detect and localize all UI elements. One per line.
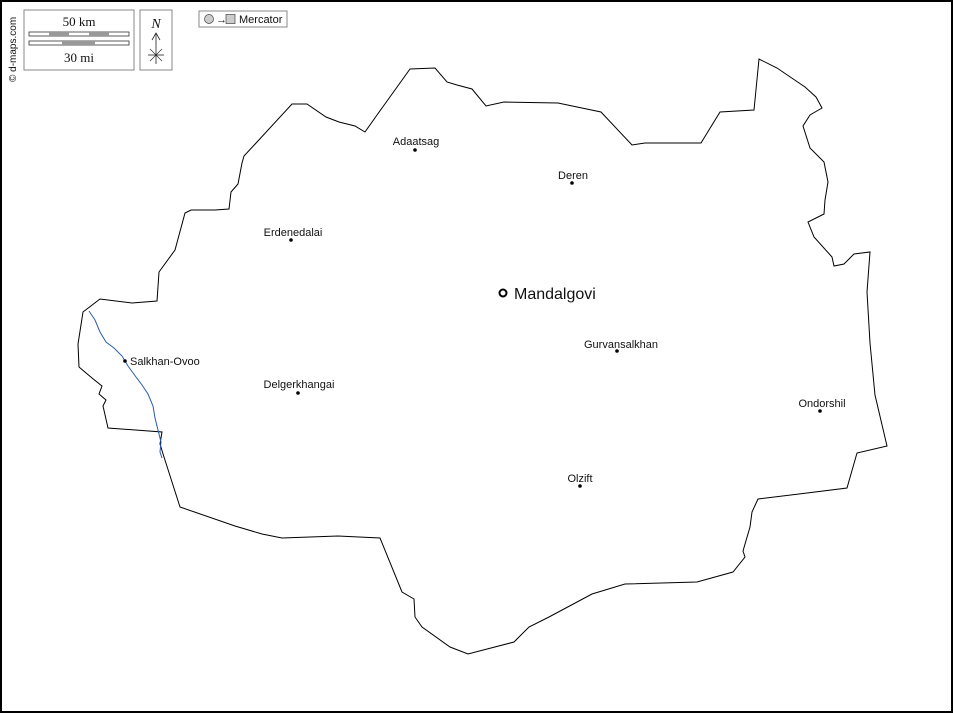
place-label: Adaatsag — [393, 136, 439, 148]
scale-km-label: 50 km — [63, 14, 96, 29]
scale-bar: 50 km 30 mi — [23, 9, 135, 71]
place-label: Delgerkhangai — [264, 379, 335, 391]
place-label: Olzift — [567, 473, 592, 485]
square-map-icon — [225, 14, 236, 24]
place-deren: Deren — [558, 170, 588, 185]
capital-label: Mandalgovi — [514, 286, 596, 303]
map-canvas: © d-maps.com 50 km 30 mi N → Mercator Ma… — [8, 9, 888, 655]
place-gurvansalkhan: Gurvansalkhan — [584, 339, 658, 353]
north-label: N — [150, 17, 161, 32]
place-adaatsag: Adaatsag — [393, 136, 439, 152]
place-label: Salkhan-Ovoo — [130, 356, 200, 368]
credit-text: © d-maps.com — [8, 17, 19, 82]
place-erdenedalai: Erdenedalai — [264, 227, 323, 242]
scale-mi-label: 30 mi — [64, 50, 94, 65]
projection-badge: → Mercator — [198, 10, 288, 28]
place-ondorshil: Ondorshil — [798, 398, 846, 413]
place-label: Deren — [558, 170, 588, 182]
north-arrow: N — [139, 9, 173, 71]
globe-icon — [204, 14, 214, 24]
capital-marker: Mandalgovi — [498, 286, 596, 303]
place-label: Gurvansalkhan — [584, 339, 658, 351]
place-salkhan-ovoo: Salkhan-Ovoo — [123, 356, 200, 368]
place-label: Ondorshil — [798, 398, 845, 410]
projection-label: Mercator — [239, 14, 283, 26]
map-frame: © d-maps.com 50 km 30 mi N → Mercator Ma… — [0, 0, 953, 713]
place-label: Erdenedalai — [264, 227, 323, 239]
place-olzift: Olzift — [567, 473, 593, 488]
arrow-icon: → — [216, 14, 227, 26]
place-delgerkhangai: Delgerkhangai — [264, 379, 335, 395]
